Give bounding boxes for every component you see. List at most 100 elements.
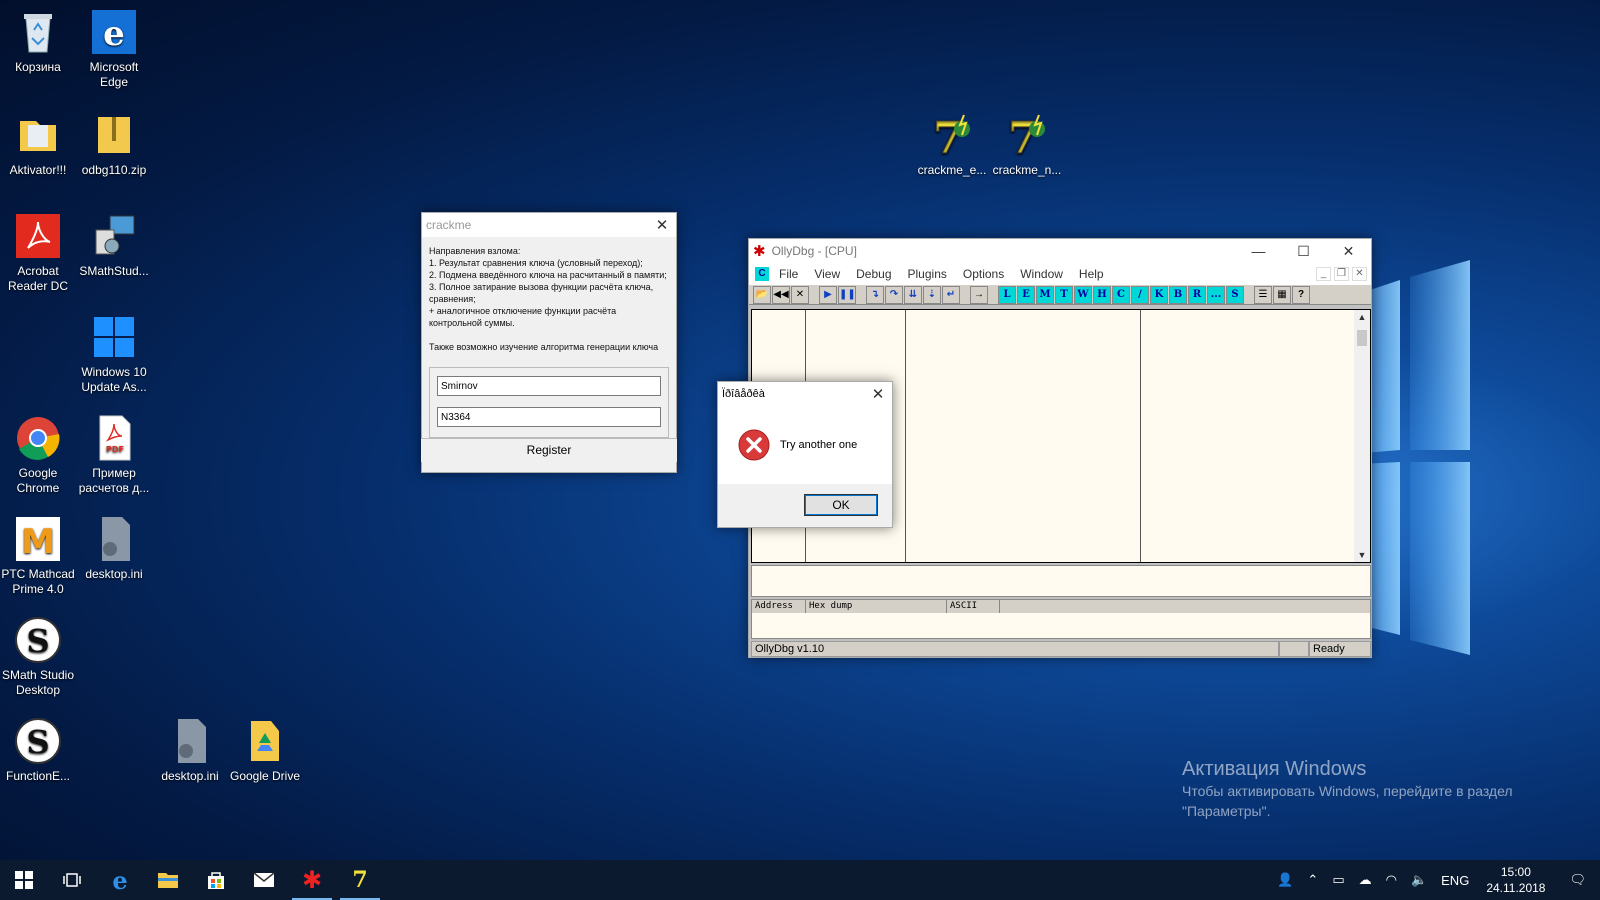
help-icon[interactable]: ? <box>1292 285 1310 304</box>
clock[interactable]: 15:00 24.11.2018 <box>1476 864 1555 896</box>
open-icon[interactable]: 📂 <box>753 285 771 304</box>
desktop-icon-aktivator[interactable]: Aktivator!!! <box>1 111 75 178</box>
start-button[interactable] <box>0 860 48 900</box>
minimize-icon[interactable]: — <box>1236 243 1281 259</box>
desktop-icon-crackme-n[interactable]: 7 crackme_n... <box>990 111 1064 178</box>
battery-icon[interactable]: ▭ <box>1325 872 1351 888</box>
appearance-icon[interactable]: ▦ <box>1273 285 1291 304</box>
scroll-up-icon[interactable]: ▲ <box>1354 312 1370 322</box>
desktop-icon-function-editor[interactable]: S FunctionE... <box>1 717 75 784</box>
step-into-icon[interactable]: ↴ <box>866 285 884 304</box>
onedrive-icon[interactable]: ☁ <box>1352 872 1379 888</box>
execute-till-return-icon[interactable]: ↵ <box>942 285 960 304</box>
list-icon[interactable]: ☰ <box>1254 285 1272 304</box>
desktop-icon-recycle-bin[interactable]: Корзина <box>1 8 75 75</box>
close-icon[interactable]: ✕ <box>1326 243 1371 260</box>
threads-button[interactable]: T <box>1055 285 1073 304</box>
svg-text:PDF: PDF <box>106 445 124 454</box>
scroll-thumb[interactable] <box>1357 330 1367 346</box>
cpu-button[interactable]: C <box>1112 285 1130 304</box>
modules-button[interactable]: E <box>1017 285 1035 304</box>
scroll-down-icon[interactable]: ▼ <box>1354 550 1370 560</box>
taskbar-ollydbg[interactable]: ✱ <box>288 860 336 900</box>
wifi-icon[interactable]: ◠ <box>1379 872 1404 888</box>
desktop-icon-crackme-e[interactable]: 7 crackme_e... <box>915 111 989 178</box>
animate-over-icon[interactable]: ⇣ <box>923 285 941 304</box>
handles-button[interactable]: H <box>1093 285 1111 304</box>
cpu-scrollbar[interactable]: ▲ ▼ <box>1354 310 1370 562</box>
taskbar-crackme[interactable]: 7 <box>336 860 384 900</box>
error-dialog-titlebar[interactable]: Ïðîâåðêà ✕ <box>718 382 892 406</box>
desktop-icon-google-drive[interactable]: Google Drive <box>228 717 302 784</box>
run-icon[interactable]: ▶ <box>819 285 837 304</box>
pause-icon[interactable]: ❚❚ <box>838 285 856 304</box>
mdi-close-icon[interactable]: ✕ <box>1352 267 1367 281</box>
menu-help[interactable]: Help <box>1071 267 1112 281</box>
log-window-button[interactable]: L <box>998 285 1016 304</box>
seven-zip-icon: 7 <box>1003 111 1051 165</box>
desktop-icon-acrobat[interactable]: Acrobat Reader DC <box>1 212 75 294</box>
desktop-icon-windows-update-assistant[interactable]: Windows 10 Update As... <box>77 313 151 395</box>
patches-button[interactable]: / <box>1131 285 1149 304</box>
breakpoints-button[interactable]: B <box>1169 285 1187 304</box>
menu-file[interactable]: File <box>771 267 806 281</box>
ollydbg-titlebar[interactable]: ✱ OllyDbg - [CPU] — ☐ ✕ <box>749 239 1371 263</box>
mathcad-icon: M <box>14 515 62 563</box>
desktop-icon-smathstudio-installer[interactable]: SMathStud... <box>77 212 151 279</box>
maximize-icon[interactable]: ☐ <box>1281 243 1326 260</box>
taskbar-mail[interactable] <box>240 860 288 900</box>
menu-window[interactable]: Window <box>1012 267 1071 281</box>
desktop-icon-desktop-ini-1[interactable]: desktop.ini <box>77 515 151 582</box>
dump-header-ascii[interactable]: ASCII <box>947 600 1000 613</box>
activation-heading: Активация Windows <box>1182 758 1367 780</box>
windows-button[interactable]: W <box>1074 285 1092 304</box>
goto-icon[interactable]: → <box>970 285 988 304</box>
notifications-icon[interactable]: 🗨 <box>1555 872 1600 888</box>
run-trace-button[interactable]: ... <box>1207 285 1225 304</box>
close-program-icon[interactable]: ✕ <box>791 285 809 304</box>
people-icon[interactable]: 👤 <box>1270 872 1300 888</box>
info-pane[interactable] <box>751 565 1371 597</box>
mdi-minimize-icon[interactable]: _ <box>1316 267 1331 281</box>
key-input[interactable] <box>437 407 661 427</box>
menu-plugins[interactable]: Plugins <box>900 267 955 281</box>
animate-into-icon[interactable]: ⇊ <box>904 285 922 304</box>
references-button[interactable]: R <box>1188 285 1206 304</box>
desktop-icon-google-chrome[interactable]: Google Chrome <box>1 414 75 496</box>
crackme-window[interactable]: crackme ✕ Направления взлома: 1. Результ… <box>421 212 677 473</box>
error-dialog[interactable]: Ïðîâåðêà ✕ Try another one OK <box>717 381 893 528</box>
taskbar: e ✱ 7 👤 ⌃ ▭ ☁ ◠ 🔈 ENG 15:00 24.11.2018 🗨 <box>0 860 1600 900</box>
taskbar-store[interactable] <box>192 860 240 900</box>
dump-header-hexdump[interactable]: Hex dump <box>806 600 947 613</box>
source-button[interactable]: S <box>1226 285 1244 304</box>
desktop-icon-odbg-zip[interactable]: odbg110.zip <box>77 111 151 178</box>
desktop-icon-smath-studio[interactable]: S SMath Studio Desktop <box>1 616 75 698</box>
desktop-icon-edge[interactable]: e Microsoft Edge <box>77 8 151 90</box>
menu-view[interactable]: View <box>806 267 848 281</box>
desktop-icon-ptc-mathcad[interactable]: M PTC Mathcad Prime 4.0 <box>1 515 75 597</box>
step-over-icon[interactable]: ↷ <box>885 285 903 304</box>
taskbar-explorer[interactable] <box>144 860 192 900</box>
name-input[interactable] <box>437 376 661 396</box>
register-button[interactable]: Register <box>421 438 677 462</box>
task-view-icon <box>63 873 81 887</box>
dump-header-address[interactable]: Address <box>752 600 806 613</box>
restart-icon[interactable]: ◀◀ <box>772 285 790 304</box>
call-stack-button[interactable]: K <box>1150 285 1168 304</box>
language-indicator[interactable]: ENG <box>1434 873 1476 888</box>
taskbar-edge[interactable]: e <box>96 860 144 900</box>
menu-options[interactable]: Options <box>955 267 1012 281</box>
close-icon[interactable]: ✕ <box>864 385 892 403</box>
task-view-button[interactable] <box>48 860 96 900</box>
mdi-restore-icon[interactable]: ❐ <box>1334 267 1349 281</box>
desktop-icon-desktop-ini-2[interactable]: desktop.ini <box>153 717 227 784</box>
memory-map-button[interactable]: M <box>1036 285 1054 304</box>
desktop-icon-pdf-example[interactable]: PDF Пример расчетов д... <box>77 414 151 496</box>
crackme-titlebar[interactable]: crackme ✕ <box>422 213 676 237</box>
ok-button[interactable]: OK <box>804 494 878 516</box>
dump-pane[interactable]: Address Hex dump ASCII <box>751 599 1371 639</box>
volume-icon[interactable]: 🔈 <box>1404 872 1434 888</box>
menu-debug[interactable]: Debug <box>848 267 899 281</box>
close-icon[interactable]: ✕ <box>648 216 676 234</box>
chevron-up-icon[interactable]: ⌃ <box>1300 872 1325 888</box>
